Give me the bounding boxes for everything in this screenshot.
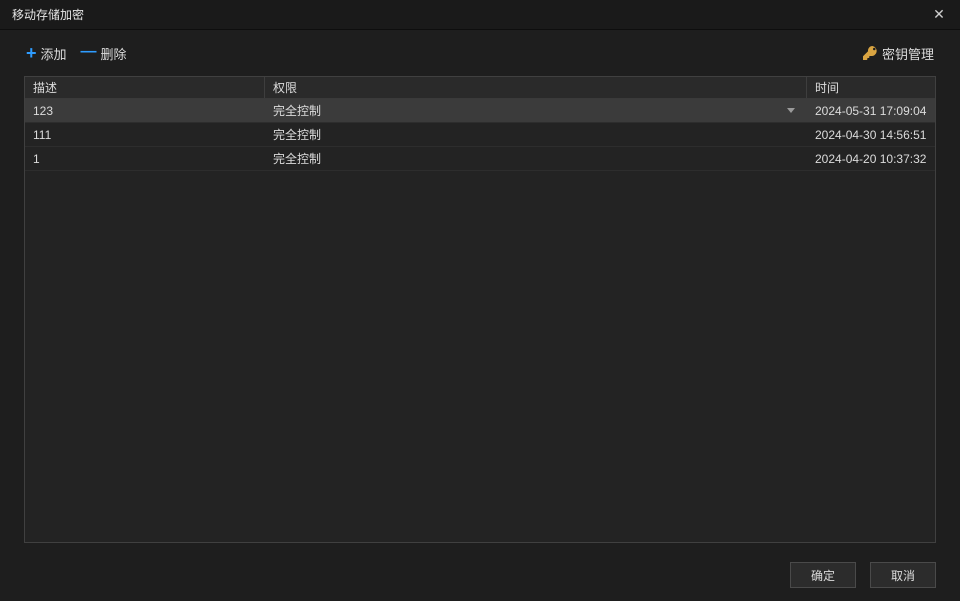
- cell-permission: 完全控制: [265, 123, 807, 146]
- key-management-label: 密钥管理: [882, 44, 934, 63]
- delete-button[interactable]: — 删除: [79, 40, 129, 67]
- chevron-down-icon[interactable]: [787, 108, 795, 113]
- cell-description: 111: [25, 123, 265, 146]
- cell-permission[interactable]: 完全控制: [265, 99, 807, 122]
- column-header-time[interactable]: 时间: [807, 77, 935, 98]
- ok-button[interactable]: 确定: [790, 562, 856, 588]
- cell-time: 2024-04-20 10:37:32: [807, 147, 935, 170]
- cell-description: 1: [25, 147, 265, 170]
- table-row[interactable]: 123 完全控制 2024-05-31 17:09:04: [25, 99, 935, 123]
- title-bar: 移动存储加密 ✕: [0, 0, 960, 30]
- table-body: 123 完全控制 2024-05-31 17:09:04 111 完全控制 2024-04…: [25, 99, 935, 542]
- column-header-description[interactable]: 描述: [25, 77, 265, 98]
- add-button-label: 添加: [41, 44, 67, 63]
- permission-value: 完全控制: [273, 126, 321, 143]
- data-table: 描述 权限 时间 123 完全控制 2024-05-31 17:09:04 111 完全…: [24, 76, 936, 543]
- table-row[interactable]: 111 完全控制 2024-04-30 14:56:51: [25, 123, 935, 147]
- column-header-permission[interactable]: 权限: [265, 77, 807, 98]
- dialog-footer: 确定 取消: [0, 557, 960, 601]
- cancel-button[interactable]: 取消: [870, 562, 936, 588]
- close-button[interactable]: ✕: [928, 4, 950, 26]
- dialog-title: 移动存储加密: [12, 6, 84, 23]
- toolbar-left: + 添加 — 删除: [24, 40, 129, 67]
- permission-value: 完全控制: [273, 150, 321, 167]
- cell-permission: 完全控制: [265, 147, 807, 170]
- permission-value: 完全控制: [273, 102, 321, 119]
- delete-button-label: 删除: [101, 44, 127, 63]
- toolbar-right: 密钥管理: [860, 40, 936, 67]
- toolbar: + 添加 — 删除 密钥管理: [0, 30, 960, 76]
- table-row[interactable]: 1 完全控制 2024-04-20 10:37:32: [25, 147, 935, 171]
- cell-time: 2024-05-31 17:09:04: [807, 99, 935, 122]
- cell-time: 2024-04-30 14:56:51: [807, 123, 935, 146]
- key-icon: [862, 45, 878, 61]
- add-button[interactable]: + 添加: [24, 40, 69, 67]
- key-management-button[interactable]: 密钥管理: [860, 40, 936, 67]
- close-icon: ✕: [933, 6, 945, 23]
- table-header-row: 描述 权限 时间: [25, 77, 935, 99]
- cell-description: 123: [25, 99, 265, 122]
- minus-icon: —: [81, 44, 97, 60]
- plus-icon: +: [26, 44, 37, 62]
